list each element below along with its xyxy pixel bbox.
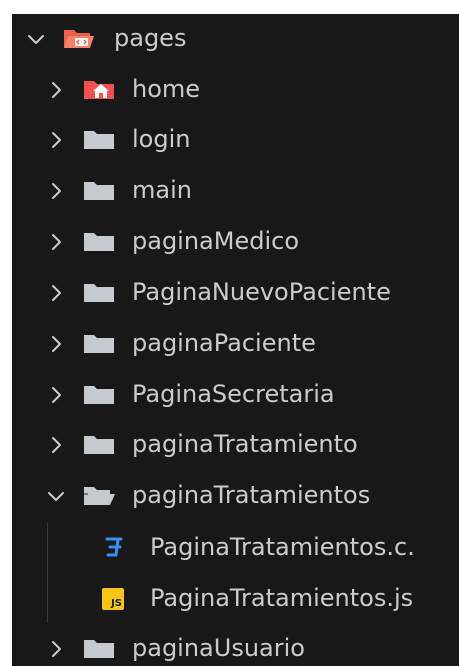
explorer-tree: pages home login main paginaMedico Pagin…	[12, 14, 459, 666]
tree-item-label: paginaPaciente	[132, 329, 316, 357]
tree-item-label: home	[132, 75, 201, 103]
chevron-right-icon[interactable]	[46, 332, 66, 356]
folder-icon	[82, 281, 116, 305]
tree-item-label: login	[132, 125, 191, 153]
file-explorer: pages home login main paginaMedico Pagin…	[0, 0, 459, 666]
chevron-right-icon[interactable]	[46, 383, 66, 407]
chevron-right-icon[interactable]	[46, 281, 66, 305]
js-file-icon: JS	[102, 588, 124, 610]
folder-icon	[82, 637, 116, 661]
tree-item-paginanuevopaciente[interactable]: PaginaNuevoPaciente	[12, 268, 459, 318]
chevron-right-icon[interactable]	[46, 128, 66, 152]
screenshot-border-left	[0, 0, 12, 666]
tree-item-main[interactable]: main	[12, 166, 459, 216]
tree-item-paginapaciente[interactable]: paginaPaciente	[12, 319, 459, 369]
chevron-right-icon[interactable]	[46, 637, 66, 661]
tree-item-pages[interactable]: pages	[12, 14, 459, 64]
chevron-right-icon[interactable]	[46, 179, 66, 203]
tree-item-js-file[interactable]: JS PaginaTratamientos.js	[12, 574, 459, 624]
tree-item-label: main	[132, 176, 192, 204]
tree-item-label: PaginaTratamientos.c.	[150, 533, 415, 561]
css-file-icon	[102, 536, 136, 560]
tree-item-paginasecretaria[interactable]: PaginaSecretaria	[12, 370, 459, 420]
tree-item-home[interactable]: home	[12, 65, 459, 115]
folder-icon	[82, 332, 116, 356]
folder-icon	[82, 179, 116, 203]
tree-item-label: pages	[114, 24, 187, 52]
chevron-down-icon[interactable]	[26, 27, 46, 51]
folder-open-icon	[82, 484, 116, 508]
tree-item-label: paginaMedico	[132, 227, 300, 255]
chevron-right-icon[interactable]	[46, 78, 66, 102]
tree-item-label: paginaUsuario	[132, 634, 305, 662]
chevron-down-icon[interactable]	[46, 484, 66, 508]
folder-icon	[82, 128, 116, 152]
folder-open-red-icon	[62, 27, 96, 51]
tree-item-label: paginaTratamientos	[132, 481, 371, 509]
tree-item-label: PaginaNuevoPaciente	[132, 278, 391, 306]
tree-item-paginausuario[interactable]: paginaUsuario	[12, 624, 459, 666]
folder-icon	[82, 433, 116, 457]
chevron-right-icon[interactable]	[46, 433, 66, 457]
tree-item-login[interactable]: login	[12, 115, 459, 165]
chevron-right-icon[interactable]	[46, 230, 66, 254]
tree-item-label: paginaTratamiento	[132, 430, 358, 458]
folder-icon	[82, 230, 116, 254]
screenshot-border-top	[0, 0, 459, 14]
tree-item-paginatratamientos[interactable]: paginaTratamientos	[12, 471, 459, 521]
tree-item-css-file[interactable]: PaginaTratamientos.c.	[12, 523, 459, 573]
tree-item-label: PaginaTratamientos.js	[150, 584, 414, 612]
folder-icon	[82, 383, 116, 407]
folder-home-icon	[82, 78, 116, 102]
tree-item-label: PaginaSecretaria	[132, 380, 335, 408]
tree-item-paginatratamiento[interactable]: paginaTratamiento	[12, 420, 459, 470]
tree-item-paginamedico[interactable]: paginaMedico	[12, 217, 459, 267]
